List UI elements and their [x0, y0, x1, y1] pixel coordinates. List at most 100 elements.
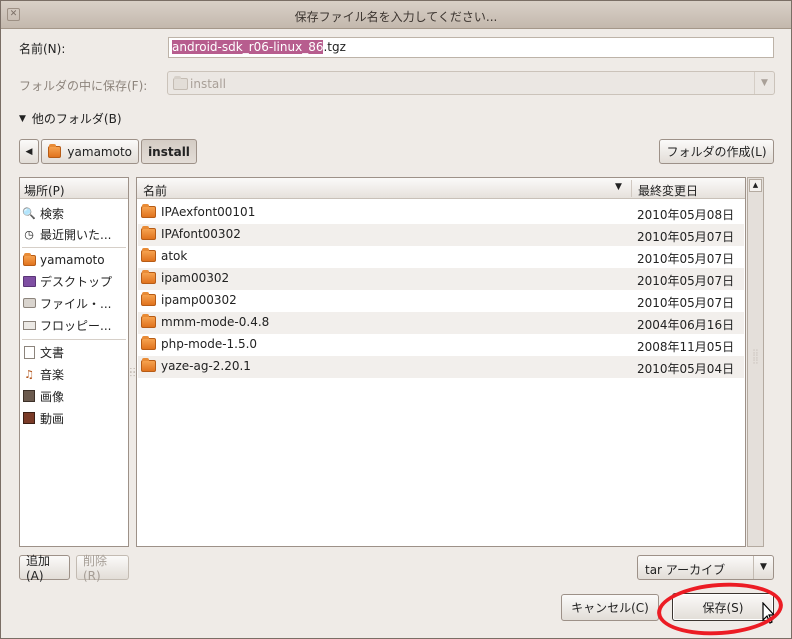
file-name: php-mode-1.5.0	[161, 337, 258, 351]
places-divider	[22, 247, 126, 248]
floppy-icon	[22, 318, 36, 332]
file-date: 2008年11月05日	[637, 340, 735, 354]
cancel-button[interactable]: キャンセル(C)	[561, 594, 659, 621]
folder-icon	[141, 314, 156, 328]
file-row[interactable]: ipamp00302 2010年05月07日	[138, 290, 744, 312]
browse-other-folders-expander[interactable]: ▼ 他のフォルダ(B)	[19, 110, 122, 127]
file-date: 2010年05月07日	[637, 296, 735, 310]
recent-icon: ◷	[24, 227, 34, 241]
file-list-header: 名前 ▼ 最終変更日	[137, 178, 745, 199]
places-item-floppy[interactable]: フロッピー...	[22, 315, 126, 335]
videos-icon	[22, 411, 36, 425]
places-item-home[interactable]: yamamoto	[22, 250, 126, 270]
file-name: IPAfont00302	[161, 227, 241, 241]
music-icon: ♫	[24, 367, 34, 381]
home-folder-icon	[48, 143, 62, 158]
create-folder-label: フォルダの作成(L)	[666, 145, 767, 159]
add-bookmark-button[interactable]: 追加(A)	[19, 554, 70, 583]
file-name: yaze-ag-2.20.1	[161, 359, 251, 373]
file-date: 2004年06月16日	[637, 318, 735, 332]
folder-icon	[141, 248, 156, 262]
desktop-icon	[22, 274, 36, 288]
file-type-filter-combo[interactable]: tar アーカイブ ▼	[637, 555, 774, 580]
file-list-panel: 名前 ▼ 最終変更日 IPAexfont00101 2010年05月08日 IP…	[136, 177, 746, 547]
file-date: 2010年05月04日	[637, 362, 735, 376]
folder-icon	[141, 358, 156, 372]
places-item-music[interactable]: ♫ 音楽	[22, 364, 126, 384]
places-item-label: ファイル・...	[40, 296, 112, 311]
places-panel: 場所(P) 🔍 検索 ◷ 最近開いた... yamamoto デスクトップ ファ…	[19, 177, 129, 547]
filename-input[interactable]: android-sdk_r06-linux_86.tgz	[168, 37, 774, 58]
places-item-label: 検索	[40, 206, 65, 221]
places-item-label: デスクトップ	[40, 274, 113, 289]
places-item-label: yamamoto	[40, 253, 105, 267]
column-name-label: 名前	[143, 184, 168, 198]
column-header-name[interactable]: 名前 ▼	[137, 178, 631, 198]
places-item-videos[interactable]: 動画	[22, 408, 126, 428]
file-name: ipam00302	[161, 271, 230, 285]
file-row[interactable]: ipam00302 2010年05月07日	[138, 268, 744, 290]
file-date: 2010年05月07日	[637, 230, 735, 244]
file-name: IPAexfont00101	[161, 205, 256, 219]
dropdown-arrow-icon: ▼	[754, 72, 774, 94]
file-date: 2010年05月07日	[637, 274, 735, 288]
mouse-cursor-icon	[762, 602, 776, 624]
search-icon: 🔍	[22, 206, 36, 220]
column-header-modified[interactable]: 最終変更日	[632, 178, 745, 198]
pictures-icon	[22, 389, 36, 403]
pane-resize-handle[interactable]: ∷ ∷	[129, 367, 136, 385]
places-divider	[22, 339, 126, 340]
places-item-pictures[interactable]: 画像	[22, 386, 126, 406]
file-name: ipamp00302	[161, 293, 237, 307]
file-list-scrollbar[interactable]: ▲ ∷ ∷ ∷	[747, 177, 764, 547]
file-date: 2010年05月08日	[637, 208, 735, 222]
home-folder-icon	[22, 252, 36, 267]
folder-icon	[141, 292, 156, 306]
remove-bookmark-label: 削除(R)	[83, 554, 108, 583]
file-row[interactable]: mmm-mode-0.4.8 2004年06月16日	[138, 312, 744, 334]
save-label: 保存(S)	[702, 600, 744, 615]
places-item-filesystem[interactable]: ファイル・...	[22, 293, 126, 313]
places-item-search[interactable]: 🔍 検索	[22, 203, 126, 223]
save-in-label: フォルダの中に保存(F):	[19, 79, 148, 93]
file-row[interactable]: php-mode-1.5.0 2008年11月05日	[138, 334, 744, 356]
places-item-desktop[interactable]: デスクトップ	[22, 271, 126, 291]
path-button-install[interactable]: install	[141, 139, 197, 164]
create-folder-button[interactable]: フォルダの作成(L)	[659, 139, 774, 164]
places-item-recent[interactable]: ◷ 最近開いた...	[22, 224, 126, 244]
chevron-left-icon: ◀	[25, 146, 33, 157]
file-row[interactable]: IPAexfont00101 2010年05月08日	[138, 202, 744, 224]
path-button-install-label: install	[148, 144, 190, 159]
filesystem-icon	[22, 296, 36, 310]
file-row[interactable]: yaze-ag-2.20.1 2010年05月04日	[138, 356, 744, 378]
places-item-label: 最近開いた...	[40, 227, 112, 242]
places-item-label: 動画	[40, 411, 65, 426]
folder-icon	[141, 226, 156, 240]
folder-icon	[141, 204, 156, 218]
places-item-documents[interactable]: 文書	[22, 342, 126, 362]
remove-bookmark-button: 削除(R)	[76, 554, 129, 583]
places-item-label: 文書	[40, 345, 65, 360]
title-bar[interactable]: ✕ 保存ファイル名を入力してください...	[1, 1, 791, 29]
save-file-dialog: ✕ 保存ファイル名を入力してください... 名前(N): android-sdk…	[0, 0, 792, 639]
dropdown-arrow-icon: ▼	[753, 556, 773, 579]
file-name: mmm-mode-0.4.8	[161, 315, 270, 329]
save-button[interactable]: 保存(S)	[672, 593, 774, 621]
add-bookmark-label: 追加(A)	[26, 554, 51, 583]
path-scroll-left-button[interactable]: ◀	[19, 139, 39, 164]
scroll-up-button[interactable]: ▲	[749, 179, 762, 192]
path-button-home[interactable]: yamamoto	[41, 139, 139, 164]
file-type-filter-value: tar アーカイブ	[645, 563, 726, 577]
chevron-up-icon: ▲	[752, 181, 759, 189]
folder-icon	[141, 336, 156, 350]
documents-icon	[22, 345, 36, 359]
places-item-label: 画像	[40, 389, 65, 404]
file-row[interactable]: IPAfont00302 2010年05月07日	[138, 224, 744, 246]
file-row[interactable]: atok 2010年05月07日	[138, 246, 744, 268]
places-header-label: 場所(P)	[24, 184, 65, 198]
window-title: 保存ファイル名を入力してください...	[294, 10, 498, 24]
scrollbar-grip[interactable]: ∷ ∷ ∷	[751, 349, 760, 370]
places-item-label: 音楽	[40, 367, 65, 382]
filename-selected-text: android-sdk_r06-linux_86	[172, 40, 324, 54]
places-header[interactable]: 場所(P)	[20, 178, 128, 199]
